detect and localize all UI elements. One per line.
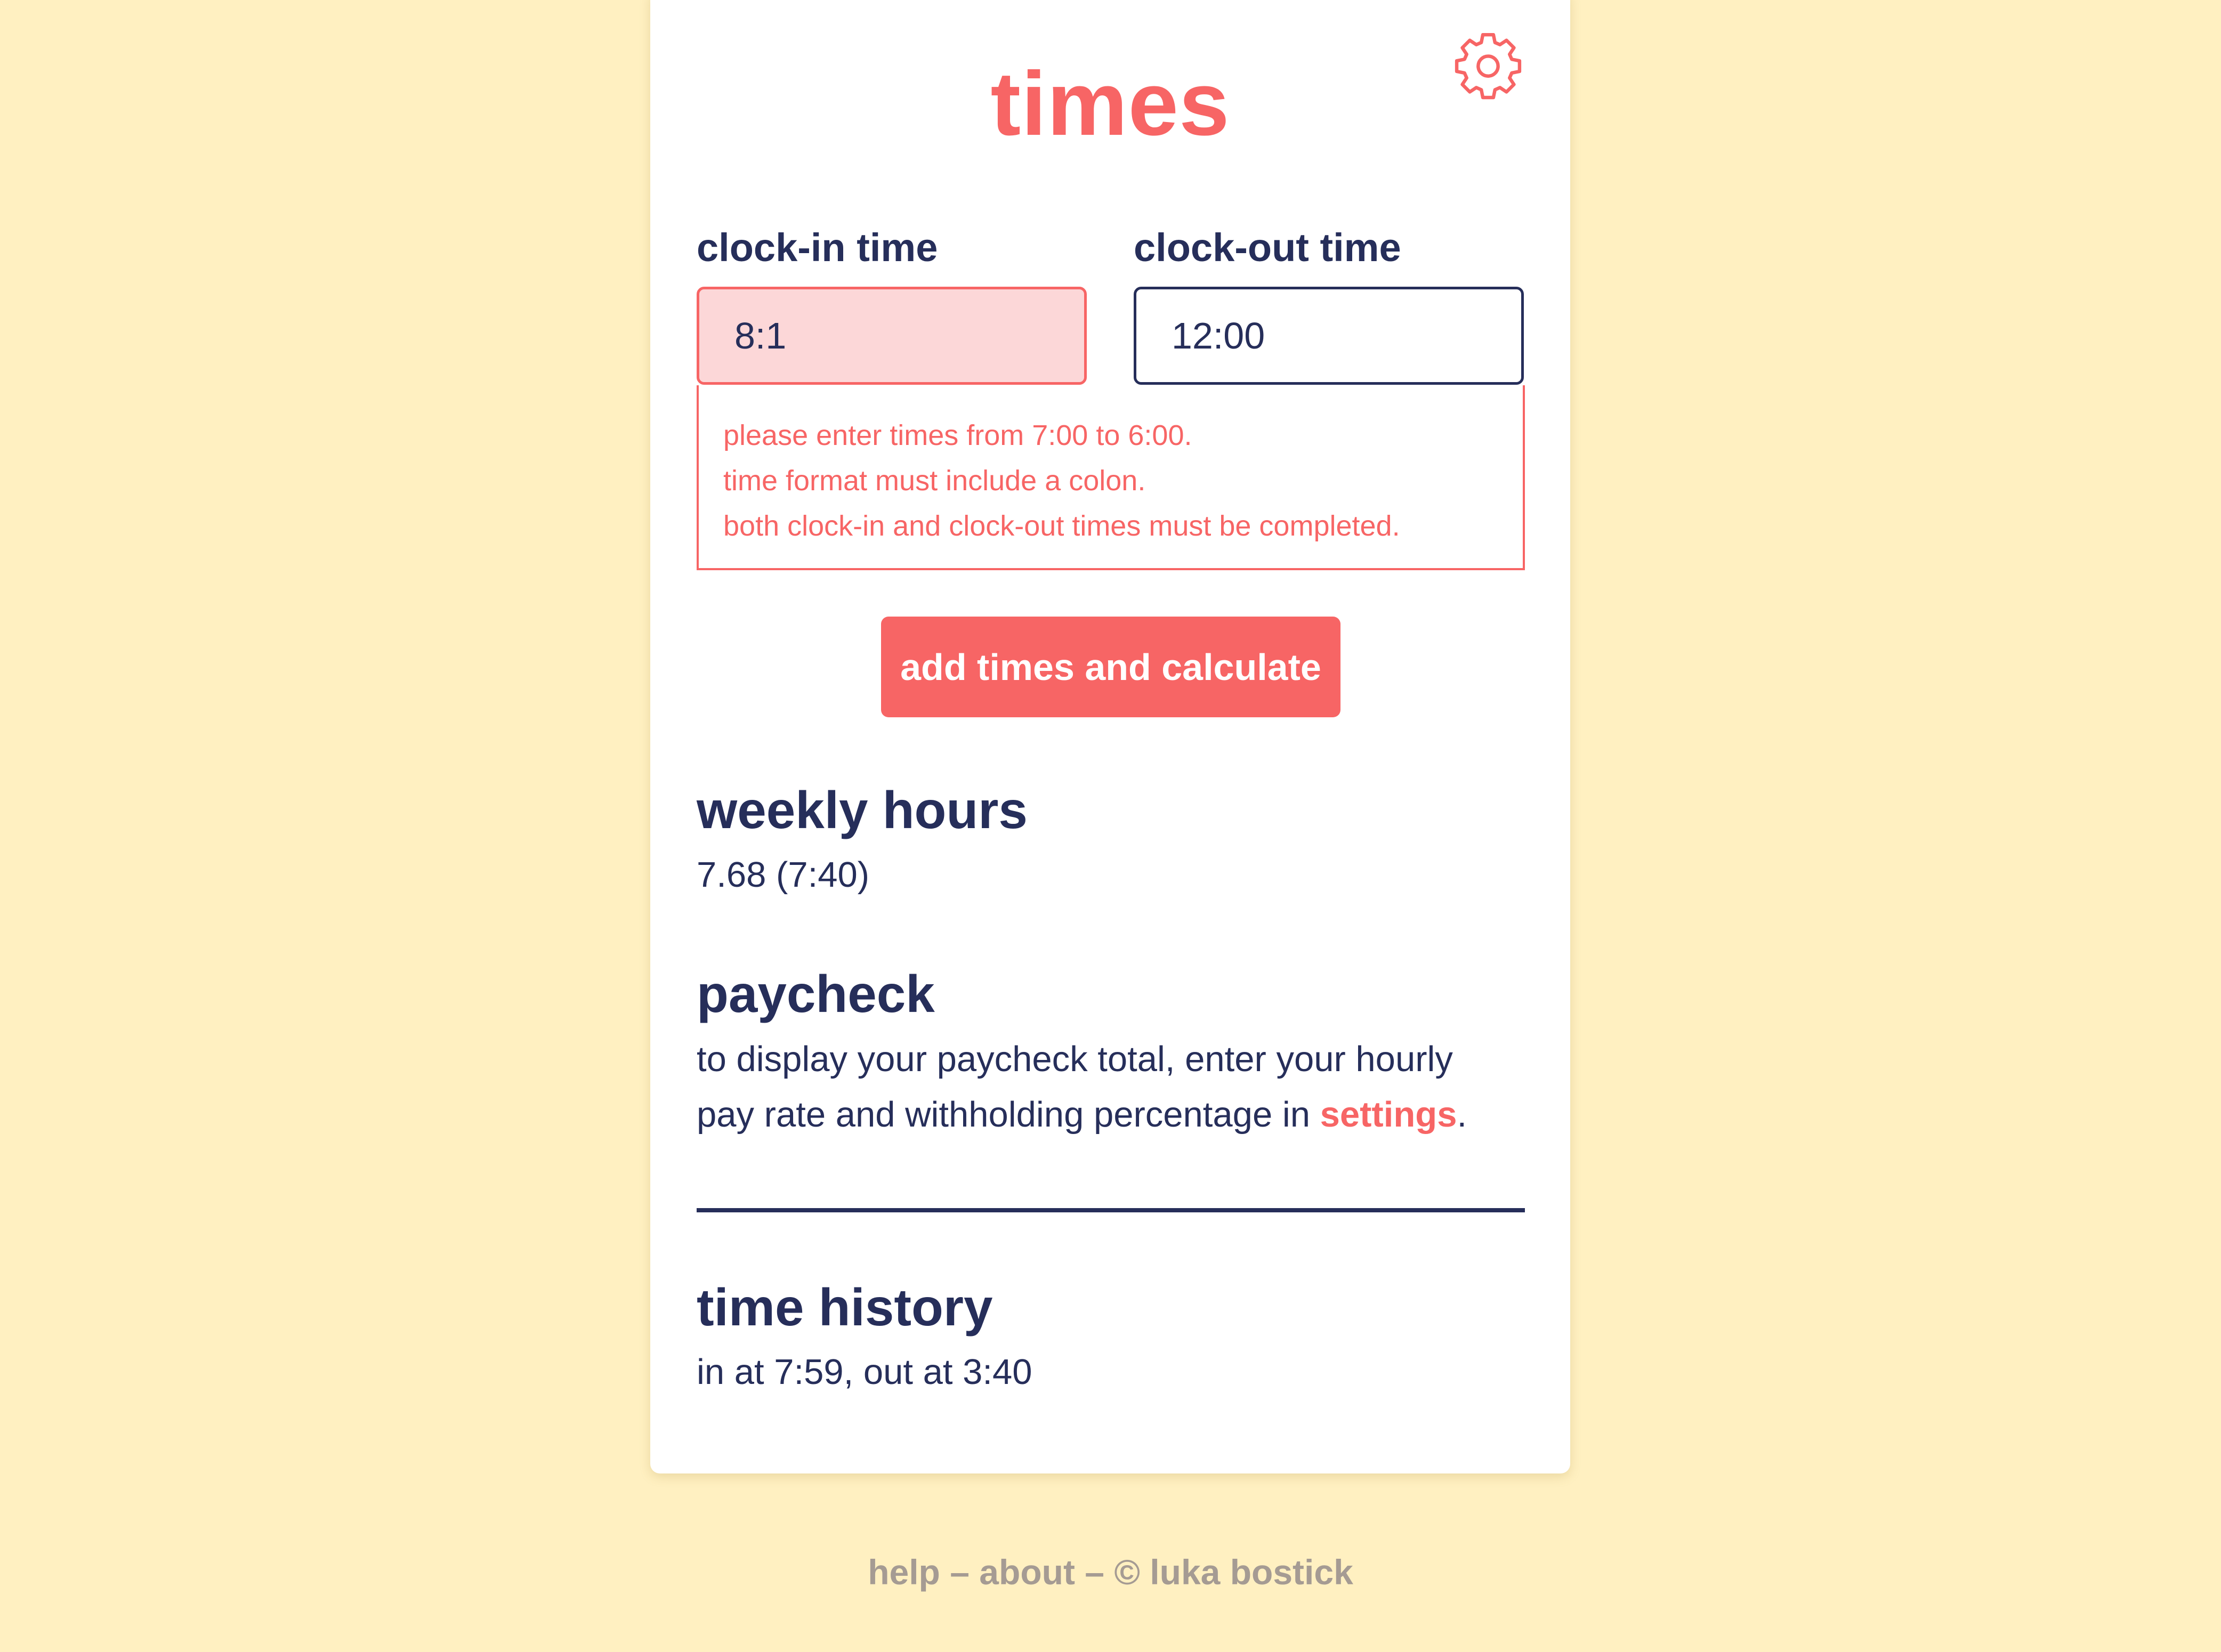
about-link[interactable]: about	[979, 1552, 1075, 1592]
paycheck-message-text: pay rate and withholding percentage in	[697, 1095, 1320, 1135]
footer: help – about – © luka bostick	[0, 1545, 2221, 1599]
app-title: times	[990, 53, 1230, 155]
paycheck-heading: paycheck	[697, 965, 935, 1023]
help-link[interactable]: help	[868, 1552, 940, 1592]
error-message: please enter times from 7:00 to 6:00.	[723, 419, 1192, 451]
weekly-hours-heading: weekly hours	[697, 781, 1028, 839]
clock-in-label: clock-in time	[697, 225, 938, 270]
footer-separator: –	[950, 1552, 970, 1592]
error-message: both clock-in and clock-out times must b…	[723, 510, 1400, 542]
add-times-button[interactable]: add times and calculate	[881, 617, 1340, 717]
clock-out-label: clock-out time	[1134, 225, 1401, 270]
error-message-box: please enter times from 7:00 to 6:00. ti…	[697, 385, 1525, 570]
copyright-text: © luka bostick	[1114, 1552, 1353, 1592]
settings-link[interactable]: settings	[1320, 1095, 1457, 1135]
footer-separator: –	[1085, 1552, 1104, 1592]
time-history-heading: time history	[697, 1278, 993, 1337]
section-divider	[697, 1208, 1525, 1212]
paycheck-message-line1: to display your paycheck total, enter yo…	[697, 1039, 1453, 1079]
paycheck-message-period: .	[1457, 1095, 1467, 1135]
clock-out-input[interactable]	[1134, 287, 1524, 385]
weekly-hours-value: 7.68 (7:40)	[697, 855, 870, 895]
clock-in-input[interactable]	[697, 287, 1087, 385]
paycheck-message-line2: pay rate and withholding percentage in s…	[697, 1087, 1467, 1143]
error-message: time format must include a colon.	[723, 465, 1146, 497]
time-history-entry[interactable]: in at 7:59, out at 3:40	[697, 1345, 1032, 1400]
